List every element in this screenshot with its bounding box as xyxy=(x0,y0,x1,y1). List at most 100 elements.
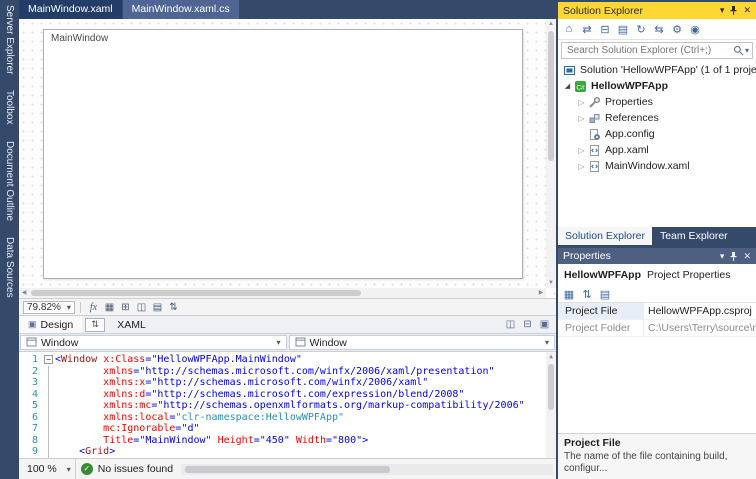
code-line[interactable]: 5 xmlns:mc="http://schemas.openxmlformat… xyxy=(19,400,556,412)
tree-item-label: Properties xyxy=(605,96,653,108)
side-tab-document-outline[interactable]: Document Outline xyxy=(4,141,15,221)
property-pages-icon[interactable]: ▤ xyxy=(597,288,613,301)
chevron-down-icon: ▾ xyxy=(67,303,71,312)
zoom-combobox[interactable]: 79.82% ▾ xyxy=(23,301,75,314)
designer-surface[interactable]: MainWindow ▲ ▼ ◀ ▶ xyxy=(19,19,556,298)
split-vertical-icon[interactable]: ◫ xyxy=(503,319,518,330)
breadcrumb-element-left[interactable]: Window ▾ xyxy=(20,335,287,350)
home-icon[interactable]: ⌂ xyxy=(561,23,577,35)
doc-tab-mainwindow-xaml[interactable]: MainWindow.xaml xyxy=(19,0,122,19)
editor-vertical-scrollbar[interactable]: ▲ xyxy=(546,352,556,458)
scroll-up-icon[interactable]: ▲ xyxy=(546,352,556,362)
code-line[interactable]: 9 <Grid> xyxy=(19,446,556,458)
tree-item-hellowwpfapp[interactable]: ◢C#HellowWPFApp xyxy=(558,78,756,94)
wpf-window-preview[interactable]: MainWindow xyxy=(43,29,523,279)
alphabetical-icon[interactable]: ⇅ xyxy=(579,288,595,301)
property-value[interactable]: HellowWPFApp.csproj xyxy=(644,303,756,319)
scroll-up-icon[interactable]: ▲ xyxy=(546,19,556,29)
side-tab-server-explorer[interactable]: Server Explorer xyxy=(4,5,15,74)
editor-horizontal-scrollbar[interactable] xyxy=(181,464,553,475)
code-line[interactable]: 7 mc:Ignorable="d" xyxy=(19,423,556,435)
properties-body: HellowWPFApp Project Properties ▦⇅▤ Proj… xyxy=(558,264,756,479)
close-icon[interactable]: ✕ xyxy=(743,251,751,262)
code-line[interactable]: 4 xmlns:d="http://schemas.microsoft.com/… xyxy=(19,389,556,401)
pin-icon[interactable] xyxy=(729,251,738,262)
code-text: xmlns="http://schemas.microsoft.com/winf… xyxy=(55,366,556,378)
sync-with-active-document-icon[interactable]: ⇆ xyxy=(651,23,667,36)
split-horizontal-icon[interactable]: ⊟ xyxy=(520,319,535,330)
tool-window-tab-solution-explorer[interactable]: Solution Explorer xyxy=(558,227,652,245)
scrollbar-thumb[interactable] xyxy=(31,290,361,296)
status-message: No issues found xyxy=(98,463,173,475)
fold-collapse-icon[interactable]: − xyxy=(43,354,55,366)
categorized-icon[interactable]: ▦ xyxy=(561,288,577,301)
editor-zoom-combobox[interactable]: 100 % ▾ xyxy=(23,459,76,479)
preview-icon[interactable]: ◉ xyxy=(687,23,703,36)
tree-item-app-xaml[interactable]: ▷App.xaml xyxy=(558,142,756,158)
properties-icon[interactable]: ⚙ xyxy=(669,23,685,36)
property-row-project-file[interactable]: Project FileHellowWPFApp.csproj xyxy=(558,303,756,320)
code-line[interactable]: 1−<Window x:Class="HellowWPFApp.MainWind… xyxy=(19,354,556,366)
disable-project-code-icon[interactable]: ⇅ xyxy=(166,302,181,313)
search-box[interactable]: ▾ xyxy=(561,42,753,59)
side-tab-toolbox[interactable]: Toolbox xyxy=(4,90,15,124)
collapsed-icon[interactable]: ▷ xyxy=(576,162,587,171)
tab-design[interactable]: ▣ Design xyxy=(19,316,82,333)
switch-views-icon[interactable]: ⇄ xyxy=(579,23,595,36)
xaml-code-editor[interactable]: 1−<Window x:Class="HellowWPFApp.MainWind… xyxy=(19,351,556,458)
designer-horizontal-scrollbar[interactable]: ◀ ▶ xyxy=(19,288,546,298)
scroll-right-icon[interactable]: ▶ xyxy=(536,288,546,298)
tab-xaml[interactable]: XAML xyxy=(108,316,155,333)
tree-item-references[interactable]: ▷References xyxy=(558,110,756,126)
tree-item-solution-hellowwpfapp-1-of-1-project[interactable]: Solution 'HellowWPFApp' (1 of 1 project) xyxy=(558,62,756,78)
pin-icon[interactable] xyxy=(729,5,738,16)
snap-to-gridlines-icon[interactable]: ⊞ xyxy=(118,302,133,313)
show-all-files-icon[interactable]: ▤ xyxy=(615,23,631,36)
chevron-down-icon: ▾ xyxy=(67,465,71,474)
tool-window-tab-team-explorer[interactable]: Team Explorer xyxy=(653,227,735,245)
tree-item-mainwindow-xaml[interactable]: ▷MainWindow.xaml xyxy=(558,158,756,174)
code-line[interactable]: 6 xmlns:local="clr-namespace:HellowWPFAp… xyxy=(19,412,556,424)
collapsed-icon[interactable]: ▷ xyxy=(576,146,587,155)
window-position-icon[interactable]: ▾ xyxy=(720,5,725,16)
scrollbar-thumb[interactable] xyxy=(548,364,554,410)
code-line[interactable]: 2 xmlns="http://schemas.microsoft.com/wi… xyxy=(19,366,556,378)
properties-header[interactable]: Properties ▾✕ xyxy=(558,248,756,264)
collapse-pane-icon[interactable]: ▣ xyxy=(537,319,552,330)
code-line[interactable]: 8 Title="MainWindow" Height="450" Width=… xyxy=(19,435,556,447)
window-position-icon[interactable]: ▾ xyxy=(720,251,725,262)
solution-explorer-header[interactable]: Solution Explorer ▾✕ xyxy=(558,2,756,19)
tree-item-app-config[interactable]: App.config xyxy=(558,126,756,142)
effects-icon[interactable]: fx xyxy=(86,302,101,313)
expanded-icon[interactable]: ◢ xyxy=(562,82,573,90)
no-issues-check-icon: ✓ xyxy=(81,463,93,475)
close-icon[interactable]: ✕ xyxy=(743,5,751,16)
search-icon[interactable] xyxy=(733,45,744,56)
swap-panes-button[interactable]: ⇅ xyxy=(85,318,105,332)
scroll-down-icon[interactable]: ▼ xyxy=(546,278,556,288)
scroll-left-icon[interactable]: ◀ xyxy=(19,288,29,298)
collapse-all-icon[interactable]: ⊟ xyxy=(597,23,613,36)
show-snap-grid-icon[interactable]: ▦ xyxy=(102,302,117,313)
solution-explorer-header-icons: ▾✕ xyxy=(720,5,751,16)
breadcrumb-element-right[interactable]: Window ▾ xyxy=(289,335,556,350)
doc-tab-mainwindow-xaml-cs[interactable]: MainWindow.xaml.cs xyxy=(123,0,239,19)
toggle-artboard-background-icon[interactable]: ◫ xyxy=(134,302,149,313)
code-line[interactable]: 3 xmlns:x="http://schemas.microsoft.com/… xyxy=(19,377,556,389)
chevron-down-icon[interactable]: ▾ xyxy=(745,46,749,55)
scrollbar-thumb[interactable] xyxy=(548,31,554,161)
collapsed-icon[interactable]: ▷ xyxy=(576,114,587,123)
search-input[interactable] xyxy=(565,44,733,57)
side-tab-data-sources[interactable]: Data Sources xyxy=(4,237,15,298)
properties-grid-empty xyxy=(558,337,756,433)
collapsed-icon[interactable]: ▷ xyxy=(576,98,587,107)
designer-vertical-scrollbar[interactable]: ▲ ▼ xyxy=(546,19,556,288)
tree-item-properties[interactable]: ▷ Properties xyxy=(558,94,756,110)
scrollbar-thumb[interactable] xyxy=(185,466,390,473)
property-row-project-folder[interactable]: Project FolderC:\Users\Terry\source\rep xyxy=(558,320,756,337)
property-value[interactable]: C:\Users\Terry\source\rep xyxy=(644,320,756,336)
snap-to-snaplines-icon[interactable]: ▤ xyxy=(150,302,165,313)
properties-object-combobox[interactable]: HellowWPFApp Project Properties xyxy=(558,264,756,286)
refresh-icon[interactable]: ↻ xyxy=(633,23,649,36)
property-description-pane: Project File The name of the file contai… xyxy=(558,433,756,479)
